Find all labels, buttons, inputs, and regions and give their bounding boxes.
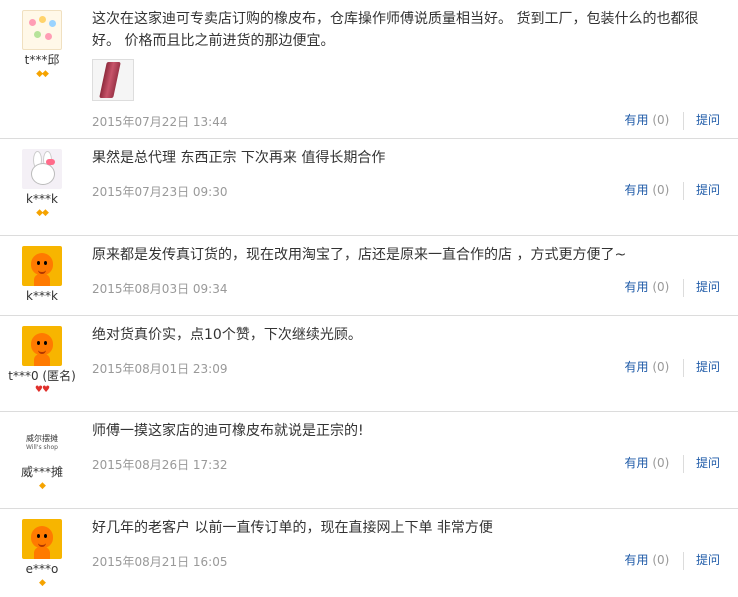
reviewer-info: 威尔摆摊 Will's shop 威***摊 ◆ [0, 412, 84, 491]
reviewer-info: t***0 (匿名) ♥♥ [0, 316, 84, 395]
review-actions: 有用 (0) 提问 [624, 454, 720, 473]
reviewer-info: k***k ◆◆ [0, 139, 84, 218]
reviewer-level-badge: ◆ [39, 578, 46, 588]
reviewer-name[interactable]: e***o [0, 562, 84, 576]
taobao-doll-avatar-icon[interactable] [22, 519, 62, 559]
review-date: 2015年08月26日 17:32 [92, 458, 228, 472]
review-date: 2015年08月01日 23:09 [92, 362, 228, 376]
review-actions: 有用 (0) 提问 [624, 111, 720, 130]
review-content: 师傅一摸这家店的迪可橡皮布就说是正宗的! [92, 420, 722, 442]
ask-question-link[interactable]: 提问 [696, 113, 720, 127]
reviewer-name[interactable]: k***k [0, 289, 84, 303]
review-text: 原来都是发传真订货的，现在改用淘宝了，店还是原来一直合作的店 ，方式更方便了~ [92, 247, 627, 263]
divider [683, 278, 685, 297]
divider [683, 358, 685, 377]
shop-logo-avatar-icon[interactable]: 威尔摆摊 Will's shop [22, 422, 62, 462]
ask-question-link[interactable]: 提问 [696, 360, 720, 374]
useful-count: (0) [652, 113, 670, 127]
useful-count: (0) [652, 553, 670, 567]
review-item: k***k ◆◆ 果然是总代理 东西正宗 下次再来 值得长期合作 2015年07… [0, 139, 738, 236]
reviewer-info: e***o ◆ [0, 509, 84, 588]
divider [683, 454, 685, 473]
review-date: 2015年08月03日 09:34 [92, 282, 228, 296]
review-date: 2015年07月22日 13:44 [92, 115, 228, 129]
ask-question-link[interactable]: 提问 [696, 456, 720, 470]
review-date: 2015年08月21日 16:05 [92, 555, 228, 569]
ask-question-link[interactable]: 提问 [696, 183, 720, 197]
divider [683, 111, 685, 130]
reviewer-name[interactable]: t***邱 [0, 53, 84, 67]
flower-avatar-icon[interactable] [22, 10, 62, 50]
review-list: t***邱 ◆◆ 这次在这家迪可专卖店订购的橡皮布，仓库操作师傅说质量相当好。 … [0, 0, 738, 597]
review-item: 威尔摆摊 Will's shop 威***摊 ◆ 师傅一摸这家店的迪可橡皮布就说… [0, 412, 738, 509]
review-actions: 有用 (0) 提问 [624, 278, 720, 297]
useful-link[interactable]: 有用 [624, 553, 648, 567]
reviewer-name[interactable]: 威***摊 [0, 465, 84, 479]
useful-count: (0) [652, 456, 670, 470]
useful-count: (0) [652, 280, 670, 294]
reviewer-level-badge: ◆◆ [36, 208, 49, 218]
divider [683, 181, 685, 200]
ask-question-link[interactable]: 提问 [696, 553, 720, 567]
review-content: 果然是总代理 东西正宗 下次再来 值得长期合作 [92, 147, 722, 169]
reviewer-info: t***邱 ◆◆ [0, 0, 84, 79]
review-content: 好几年的老客户 以前一直传订单的，现在直接网上下单 非常方便 [92, 517, 722, 539]
review-date: 2015年07月23日 09:30 [92, 185, 228, 199]
review-item: e***o ◆ 好几年的老客户 以前一直传订单的，现在直接网上下单 非常方便 2… [0, 509, 738, 597]
review-actions: 有用 (0) 提问 [624, 551, 720, 570]
review-actions: 有用 (0) 提问 [624, 181, 720, 200]
useful-link[interactable]: 有用 [624, 360, 648, 374]
review-text: 师傅一摸这家店的迪可橡皮布就说是正宗的! [92, 423, 364, 439]
useful-link[interactable]: 有用 [624, 456, 648, 470]
reviewer-level-badge: ◆ [39, 481, 46, 491]
reviewer-level-badge: ◆◆ [36, 69, 49, 79]
review-item: k***k 原来都是发传真订货的，现在改用淘宝了，店还是原来一直合作的店 ，方式… [0, 236, 738, 316]
shop-logo-text: 威尔摆摊 [26, 434, 58, 443]
review-text: 绝对货真价实，点10个赞，下次继续光顾。 [92, 327, 362, 343]
useful-count: (0) [652, 183, 670, 197]
taobao-doll-avatar-icon[interactable] [22, 326, 62, 366]
reviewer-level-badge: ♥♥ [34, 385, 50, 395]
review-text: 果然是总代理 东西正宗 下次再来 值得长期合作 [92, 150, 386, 166]
review-photo-thumbnail[interactable] [92, 59, 134, 101]
review-actions: 有用 (0) 提问 [624, 358, 720, 377]
taobao-doll-avatar-icon[interactable] [22, 246, 62, 286]
ask-question-link[interactable]: 提问 [696, 280, 720, 294]
review-item: t***0 (匿名) ♥♥ 绝对货真价实，点10个赞，下次继续光顾。 2015年… [0, 316, 738, 412]
review-content: 这次在这家迪可专卖店订购的橡皮布，仓库操作师傅说质量相当好。 货到工厂，包装什么… [92, 8, 722, 101]
review-text: 好几年的老客户 以前一直传订单的，现在直接网上下单 非常方便 [92, 520, 493, 536]
bunny-avatar-icon[interactable] [22, 149, 62, 189]
review-text: 这次在这家迪可专卖店订购的橡皮布，仓库操作师傅说质量相当好。 货到工厂，包装什么… [92, 11, 699, 49]
useful-link[interactable]: 有用 [624, 113, 648, 127]
useful-link[interactable]: 有用 [624, 183, 648, 197]
reviewer-name[interactable]: t***0 (匿名) [0, 369, 84, 383]
reviewer-info: k***k [0, 236, 84, 303]
review-content: 原来都是发传真订货的，现在改用淘宝了，店还是原来一直合作的店 ，方式更方便了~ [92, 244, 722, 266]
divider [683, 551, 685, 570]
useful-count: (0) [652, 360, 670, 374]
useful-link[interactable]: 有用 [624, 280, 648, 294]
reviewer-name[interactable]: k***k [0, 192, 84, 206]
review-item: t***邱 ◆◆ 这次在这家迪可专卖店订购的橡皮布，仓库操作师傅说质量相当好。 … [0, 0, 738, 139]
review-content: 绝对货真价实，点10个赞，下次继续光顾。 [92, 324, 722, 346]
shop-logo-subtext: Will's shop [26, 444, 58, 451]
